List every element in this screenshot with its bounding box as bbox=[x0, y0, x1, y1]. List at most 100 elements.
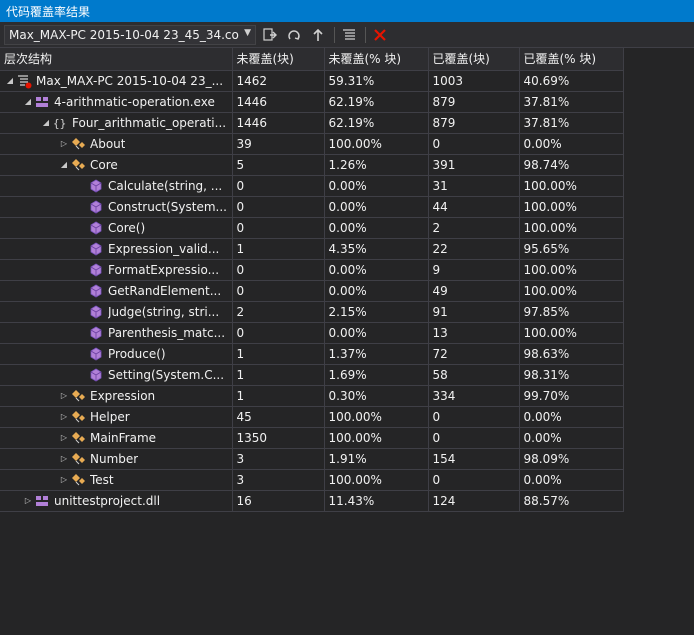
table-row[interactable]: FormatExpressio... 0 0.00% 9 100.00% bbox=[0, 259, 624, 281]
remove-icon[interactable] bbox=[370, 25, 390, 45]
method-icon bbox=[88, 283, 104, 299]
not-covered-pct-cell: 59.31% bbox=[324, 70, 429, 92]
not-covered-pct-cell: 0.00% bbox=[324, 217, 429, 239]
covered-pct-cell: 100.00% bbox=[519, 322, 624, 344]
assembly-icon bbox=[34, 94, 50, 110]
table-row[interactable]: Judge(string, stri... 2 2.15% 91 97.85% bbox=[0, 301, 624, 323]
not-covered-blocks-cell: 1446 bbox=[232, 91, 325, 113]
covered-pct-cell: 100.00% bbox=[519, 259, 624, 281]
method-icon bbox=[88, 346, 104, 362]
row-name: Parenthesis_matc... bbox=[108, 325, 226, 340]
coverage-result-select[interactable]: Max_MAX-PC 2015-10-04 23_45_34.cove ▼ bbox=[4, 24, 256, 45]
not-covered-pct-cell: 4.35% bbox=[324, 238, 429, 260]
toolbar-separator bbox=[365, 26, 366, 43]
column-header-covered-pct[interactable]: 已覆盖(% 块) bbox=[519, 48, 624, 71]
hierarchy-cell: ▷ Expression bbox=[0, 385, 233, 407]
row-name: Core bbox=[90, 157, 118, 172]
svg-text:{}: {} bbox=[53, 117, 66, 130]
method-icon bbox=[88, 241, 104, 257]
not-covered-pct-cell: 0.00% bbox=[324, 322, 429, 344]
method-icon bbox=[88, 220, 104, 236]
merge-icon[interactable] bbox=[308, 25, 328, 45]
not-covered-blocks-cell: 3 bbox=[232, 448, 325, 470]
covered-pct-cell: 37.81% bbox=[519, 112, 624, 134]
row-name: About bbox=[90, 136, 126, 151]
table-row[interactable]: ▷ Expression 1 0.30% 334 99.70% bbox=[0, 385, 624, 407]
not-covered-pct-cell: 0.00% bbox=[324, 196, 429, 218]
covered-blocks-cell: 49 bbox=[428, 280, 520, 302]
covered-pct-cell: 95.65% bbox=[519, 238, 624, 260]
table-row[interactable]: ▷ Helper 45 100.00% 0 0.00% bbox=[0, 406, 624, 428]
export-icon[interactable] bbox=[260, 25, 280, 45]
row-name: GetRandElement... bbox=[108, 283, 222, 298]
covered-blocks-cell: 154 bbox=[428, 448, 520, 470]
not-covered-blocks-cell: 0 bbox=[232, 175, 325, 197]
expand-icon[interactable]: ▷ bbox=[58, 139, 70, 148]
hierarchy-cell: Construct(System... bbox=[0, 196, 233, 218]
collapse-icon[interactable]: ◢ bbox=[58, 160, 70, 169]
table-row[interactable]: Construct(System... 0 0.00% 44 100.00% bbox=[0, 196, 624, 218]
hierarchy-cell: ◢ 4-arithmatic-operation.exe bbox=[0, 91, 233, 113]
expand-icon[interactable]: ▷ bbox=[22, 496, 34, 505]
coverage-result-select-value: Max_MAX-PC 2015-10-04 23_45_34.cove bbox=[9, 27, 239, 42]
not-covered-blocks-cell: 3 bbox=[232, 469, 325, 491]
expand-icon[interactable]: ▷ bbox=[58, 475, 70, 484]
method-icon bbox=[88, 178, 104, 194]
not-covered-blocks-cell: 2 bbox=[232, 301, 325, 323]
table-row[interactable]: ◢{} Four_arithmatic_operati... 1446 62.19% 8… bbox=[0, 112, 624, 134]
column-header-not-covered-blocks[interactable]: 未覆盖(块) bbox=[232, 48, 325, 71]
not-covered-pct-cell: 1.26% bbox=[324, 154, 429, 176]
table-row[interactable]: ▷ About 39 100.00% 0 0.00% bbox=[0, 133, 624, 155]
covered-pct-cell: 100.00% bbox=[519, 175, 624, 197]
table-row[interactable]: Core() 0 0.00% 2 100.00% bbox=[0, 217, 624, 239]
table-row[interactable]: Expression_valid... 1 4.35% 22 95.65% bbox=[0, 238, 624, 260]
table-row[interactable]: GetRandElement... 0 0.00% 49 100.00% bbox=[0, 280, 624, 302]
covered-blocks-cell: 334 bbox=[428, 385, 520, 407]
column-header-not-covered-pct[interactable]: 未覆盖(% 块) bbox=[324, 48, 429, 71]
not-covered-blocks-cell: 1 bbox=[232, 385, 325, 407]
table-row[interactable]: ▷ MainFrame 1350 100.00% 0 0.00% bbox=[0, 427, 624, 449]
hierarchy-cell: Judge(string, stri... bbox=[0, 301, 233, 323]
expand-icon[interactable]: ▷ bbox=[58, 433, 70, 442]
hierarchy-cell: Parenthesis_matc... bbox=[0, 322, 233, 344]
covered-blocks-cell: 2 bbox=[428, 217, 520, 239]
hierarchy-cell: ▷ Helper bbox=[0, 406, 233, 428]
covered-blocks-cell: 879 bbox=[428, 91, 520, 113]
table-row[interactable]: ◢ Core 5 1.26% 391 98.74% bbox=[0, 154, 624, 176]
table-row[interactable]: ◢ Max_MAX-PC 2015-10-04 23_... 1462 59.31% 1… bbox=[0, 70, 624, 92]
columns-icon[interactable] bbox=[339, 25, 359, 45]
import-icon[interactable] bbox=[284, 25, 304, 45]
table-row[interactable]: Calculate(string, ... 0 0.00% 31 100.00% bbox=[0, 175, 624, 197]
row-name: Expression_valid... bbox=[108, 241, 220, 256]
table-row[interactable]: Produce() 1 1.37% 72 98.63% bbox=[0, 343, 624, 365]
method-icon bbox=[88, 199, 104, 215]
covered-pct-cell: 0.00% bbox=[519, 469, 624, 491]
table-row[interactable]: ▷ unittestproject.dll 16 11.43% 124 88.57% bbox=[0, 490, 624, 512]
row-name: Helper bbox=[90, 409, 130, 424]
collapse-icon[interactable]: ◢ bbox=[40, 118, 52, 127]
row-name: Construct(System... bbox=[108, 199, 227, 214]
column-header-hierarchy[interactable]: 层次结构 bbox=[0, 48, 233, 71]
collapse-icon[interactable]: ◢ bbox=[22, 97, 34, 106]
expand-icon[interactable]: ▷ bbox=[58, 391, 70, 400]
table-row[interactable]: Setting(System.C... 1 1.69% 58 98.31% bbox=[0, 364, 624, 386]
covered-blocks-cell: 124 bbox=[428, 490, 520, 512]
hierarchy-cell: FormatExpressio... bbox=[0, 259, 233, 281]
expand-icon[interactable]: ▷ bbox=[58, 412, 70, 421]
table-row[interactable]: Parenthesis_matc... 0 0.00% 13 100.00% bbox=[0, 322, 624, 344]
toolbar-separator bbox=[334, 26, 335, 43]
chevron-down-icon: ▼ bbox=[244, 27, 251, 38]
not-covered-pct-cell: 0.00% bbox=[324, 280, 429, 302]
covered-pct-cell: 98.31% bbox=[519, 364, 624, 386]
table-row[interactable]: ▷ Test 3 100.00% 0 0.00% bbox=[0, 469, 624, 491]
collapse-icon[interactable]: ◢ bbox=[4, 76, 16, 85]
table-row[interactable]: ◢ 4-arithmatic-operation.exe 1446 62.19% 879… bbox=[0, 91, 624, 113]
covered-pct-cell: 100.00% bbox=[519, 217, 624, 239]
table-row[interactable]: ▷ Number 3 1.91% 154 98.09% bbox=[0, 448, 624, 470]
covered-blocks-cell: 0 bbox=[428, 406, 520, 428]
covered-pct-cell: 0.00% bbox=[519, 427, 624, 449]
covered-pct-cell: 100.00% bbox=[519, 196, 624, 218]
not-covered-blocks-cell: 0 bbox=[232, 280, 325, 302]
expand-icon[interactable]: ▷ bbox=[58, 454, 70, 463]
column-header-covered-blocks[interactable]: 已覆盖(块) bbox=[428, 48, 520, 71]
